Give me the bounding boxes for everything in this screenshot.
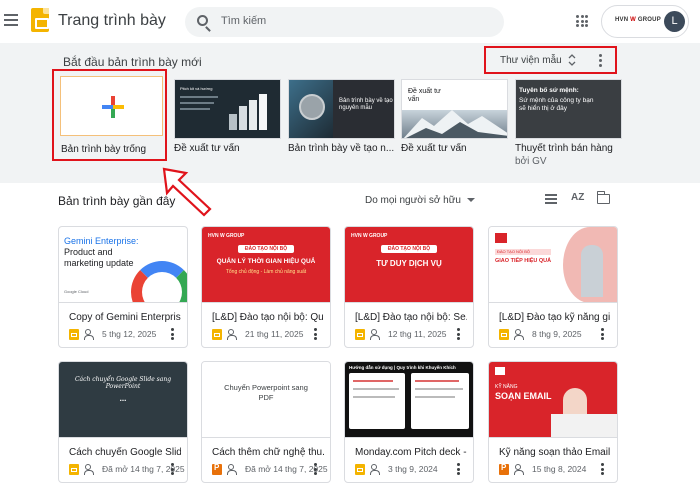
template-label: Đề xuất tư vấn	[401, 143, 467, 154]
file-card[interactable]: Cách chuyển Google Slide sang PowerPoint…	[58, 361, 188, 483]
template-thumbnail[interactable]	[60, 76, 163, 136]
file-card[interactable]: HVN W GROUP ĐÀO TẠO NỘI BỘ TƯ DUY DỊCH V…	[344, 226, 474, 348]
template-thumbnail[interactable]: Bản trình bày về tạo nguyên mẫu	[288, 79, 395, 139]
file-name[interactable]: Copy of Gemini Enterpris...	[69, 312, 181, 323]
file-thumbnail[interactable]: Chuyển Powerpoint sang PDF	[202, 362, 330, 438]
file-name[interactable]: Kỹ năng soạn thảo Email ...	[499, 447, 611, 458]
shared-icon	[514, 329, 527, 340]
file-card[interactable]: HVN W GROUP ĐÀO TẠO NỘI BỘ QUẢN LÝ THỜI …	[201, 226, 331, 348]
more-options-icon[interactable]	[171, 328, 175, 340]
file-card[interactable]: ĐÀO TẠO NỘI BỘ GIAO TIẾP HIỆU QUẢ [L&D] …	[488, 226, 618, 348]
templates-heading: Bắt đầu bản trình bày mới	[63, 55, 202, 69]
file-meta: 5 thg 12, 2025	[69, 328, 156, 340]
file-name[interactable]: Monday.com Pitch deck -...	[355, 447, 467, 458]
annotation-arrow-icon	[162, 167, 212, 217]
template-consulting-proposal[interactable]: Pitch kit và hướng Đề xuất tư vấn	[174, 79, 281, 154]
file-thumbnail[interactable]: ĐÀO TẠO NỘI BỘ GIAO TIẾP HIỆU QUẢ	[489, 227, 617, 303]
more-options-icon[interactable]	[457, 328, 461, 340]
file-thumbnail[interactable]: KỸ NĂNG SOẠN EMAIL	[489, 362, 617, 438]
shared-icon	[370, 329, 383, 340]
slides-file-icon	[212, 328, 222, 340]
template-consulting-proposal-2[interactable]: Đề xuất tư vấn Đề xuất tư vấn	[401, 79, 508, 154]
recent-heading: Bản trình bày gần đây	[58, 194, 176, 208]
slides-file-icon	[69, 463, 79, 475]
account-brand-logo: HVN W GROUP	[615, 17, 661, 23]
file-card[interactable]: Chuyển Powerpoint sang PDF Cách thêm chữ…	[201, 361, 331, 483]
account-switcher[interactable]: HVN W GROUP L	[601, 5, 689, 38]
sort-az-icon[interactable]: AZ	[571, 192, 584, 203]
unfold-more-icon[interactable]	[568, 54, 576, 66]
more-options-icon[interactable]	[457, 463, 461, 475]
more-options-icon[interactable]	[314, 463, 318, 475]
menu-icon[interactable]	[4, 14, 18, 26]
file-name[interactable]: [L&D] Đào tạo nội bộ: Se...	[355, 312, 467, 323]
template-label: Thuyết trình bán hàng	[515, 143, 613, 154]
more-options-icon[interactable]	[599, 54, 603, 67]
file-name[interactable]: Cách thêm chữ nghệ thu...	[212, 447, 324, 458]
file-meta: Đã mở 14 thg 7, 2025	[69, 463, 185, 475]
shared-icon	[227, 464, 240, 475]
template-blank-presentation[interactable]: Bản trình bày trống	[52, 69, 167, 161]
plus-icon	[102, 96, 124, 118]
file-meta: 12 thg 11, 2025	[355, 328, 446, 340]
more-options-icon[interactable]	[601, 463, 605, 475]
file-card[interactable]: Hướng dẫn sử dụng | Quy trình khi Khuyến…	[344, 361, 474, 483]
file-meta: 15 thg 8, 2024	[499, 463, 586, 475]
search-bar[interactable]: Tìm kiếm	[185, 7, 504, 37]
shared-icon	[84, 329, 97, 340]
file-card[interactable]: KỸ NĂNG SOẠN EMAIL Kỹ năng soạn thảo Ema…	[488, 361, 618, 483]
template-label: Bản trình bày trống	[61, 144, 147, 155]
slides-file-icon	[355, 328, 365, 340]
file-thumbnail[interactable]: Cách chuyển Google Slide sang PowerPoint…	[59, 362, 187, 438]
template-thumbnail[interactable]: Tuyên bố sứ mệnh: Sứ mệnh của công ty bạ…	[515, 79, 622, 139]
slides-file-icon	[69, 328, 79, 340]
slides-file-icon	[355, 463, 365, 475]
template-gallery-button[interactable]: Thư viện mẫu	[484, 46, 617, 74]
file-meta: 8 thg 9, 2025	[499, 328, 582, 340]
file-card[interactable]: Gemini Enterprise: Product and marketing…	[58, 226, 188, 348]
dropdown-caret-icon	[466, 198, 475, 203]
shared-icon	[84, 464, 97, 475]
more-options-icon[interactable]	[601, 328, 605, 340]
file-meta: 3 thg 9, 2024	[355, 463, 438, 475]
list-view-icon[interactable]	[545, 194, 557, 204]
slides-file-icon	[499, 328, 509, 340]
template-label: Đề xuất tư vấn	[174, 143, 240, 154]
template-gallery-label[interactable]: Thư viện mẫu	[500, 55, 562, 66]
file-meta: Đã mở 14 thg 7, 2025	[212, 463, 328, 475]
template-sales-pitch[interactable]: Tuyên bố sứ mệnh: Sứ mệnh của công ty bạ…	[515, 79, 622, 167]
shared-icon	[227, 329, 240, 340]
template-thumbnail[interactable]: Pitch kit và hướng	[174, 79, 281, 139]
template-prototype-presentation[interactable]: Bản trình bày về tạo nguyên mẫu Bản trìn…	[288, 79, 395, 154]
app-header: Trang trình bày Tìm kiếm HVN W GROUP L	[0, 0, 700, 43]
file-name[interactable]: [L&D] Đào tạo nội bộ: Qu...	[212, 312, 324, 323]
template-label: Bản trình bày về tạo n...	[288, 143, 395, 154]
google-apps-icon[interactable]	[576, 15, 588, 27]
file-meta: 21 thg 11, 2025	[212, 328, 303, 340]
file-thumbnail[interactable]: HVN W GROUP ĐÀO TẠO NỘI BỘ TƯ DUY DỊCH V…	[345, 227, 473, 303]
file-thumbnail[interactable]: HVN W GROUP ĐÀO TẠO NỘI BỘ QUẢN LÝ THỜI …	[202, 227, 330, 303]
search-input[interactable]: Tìm kiếm	[221, 15, 266, 27]
shared-icon	[514, 464, 527, 475]
more-options-icon[interactable]	[314, 328, 318, 340]
file-thumbnail[interactable]: Gemini Enterprise: Product and marketing…	[59, 227, 187, 303]
file-name[interactable]: Cách chuyển Google Slid...	[69, 447, 181, 458]
shared-icon	[370, 464, 383, 475]
file-name[interactable]: [L&D] Đào tạo kỹ năng gi...	[499, 312, 611, 323]
file-thumbnail[interactable]: Hướng dẫn sử dụng | Quy trình khi Khuyến…	[345, 362, 473, 438]
owner-filter-dropdown[interactable]: Do mọi người sở hữu	[365, 195, 475, 206]
folder-icon[interactable]	[596, 191, 610, 204]
more-options-icon[interactable]	[171, 463, 175, 475]
powerpoint-file-icon	[212, 463, 222, 475]
powerpoint-file-icon	[499, 463, 509, 475]
template-thumbnail[interactable]: Đề xuất tư vấn	[401, 79, 508, 139]
app-title[interactable]: Trang trình bày	[58, 12, 166, 30]
search-icon[interactable]	[197, 15, 208, 26]
slides-logo-icon[interactable]	[31, 8, 49, 32]
template-author: bởi GV	[515, 156, 547, 167]
avatar[interactable]: L	[664, 11, 685, 32]
